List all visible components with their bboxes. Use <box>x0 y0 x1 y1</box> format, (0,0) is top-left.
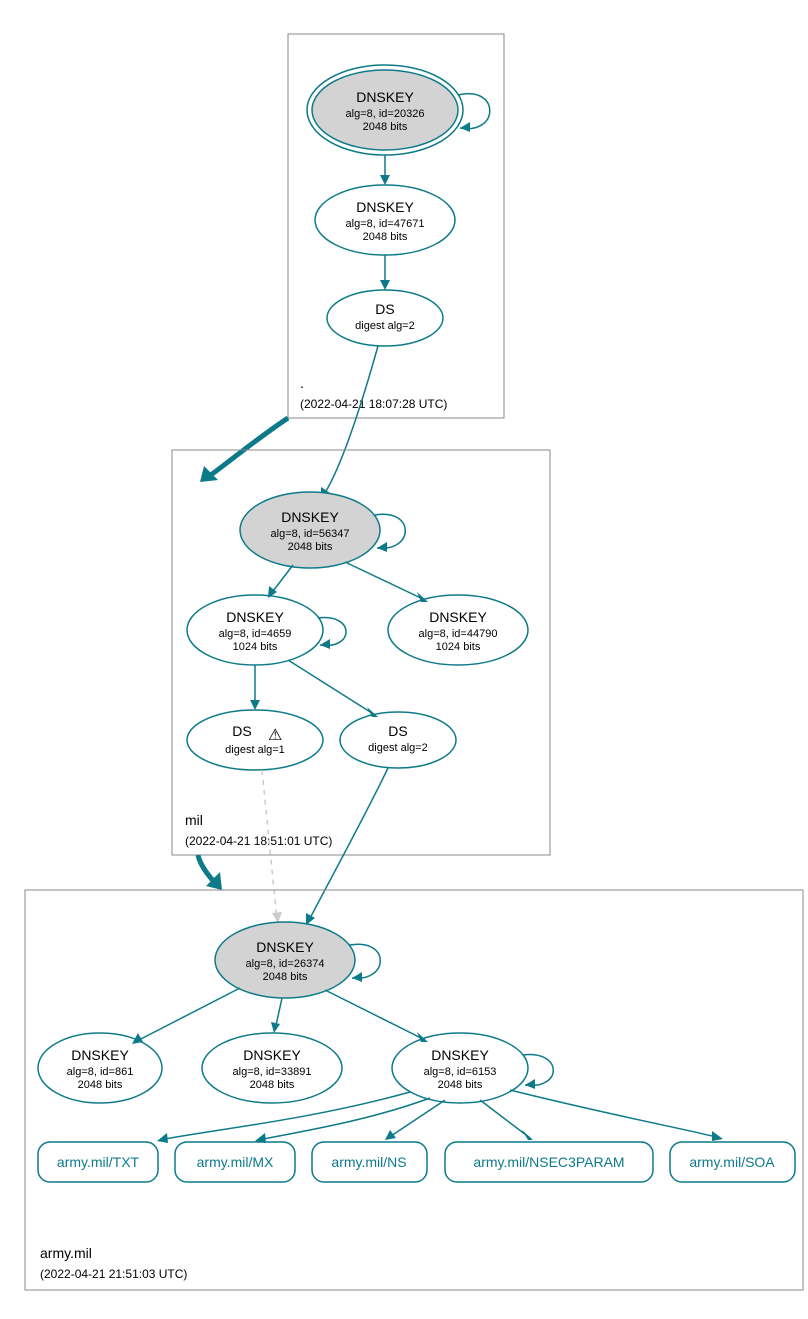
mil-zsk1-l1: alg=8, id=4659 <box>219 628 292 640</box>
arrow-rootksk-rootzsk <box>380 175 390 185</box>
arrow-k3-nsec3 <box>522 1130 533 1140</box>
edge-armyksk-k3 <box>325 990 425 1040</box>
rr-mx-label: army.mil/MX <box>197 1154 274 1170</box>
army-ksk-node: DNSKEY alg=8, id=26374 2048 bits <box>215 922 355 998</box>
edge-zsk1-ds2 <box>288 660 375 715</box>
army-k2-title: DNSKEY <box>243 1047 301 1063</box>
arrow-k3-ns <box>385 1130 396 1140</box>
rr-soa-label: army.mil/SOA <box>689 1154 775 1170</box>
rr-nsec3-label: army.mil/NSEC3PARAM <box>473 1154 624 1170</box>
army-ksk-title: DNSKEY <box>256 939 314 955</box>
mil-ds2-title: DS <box>388 723 407 739</box>
army-k2-l1: alg=8, id=33891 <box>233 1066 312 1078</box>
mil-zsk2-node: DNSKEY alg=8, id=44790 1024 bits <box>388 595 528 665</box>
rr-ns-label: army.mil/NS <box>331 1154 406 1170</box>
army-k2-l2: 2048 bits <box>250 1079 295 1091</box>
arrow-milksk-self <box>377 542 387 552</box>
mil-ds1-l1: digest alg=1 <box>225 744 285 756</box>
mil-zsk1-node: DNSKEY alg=8, id=4659 1024 bits <box>187 595 323 665</box>
army-ksk-l1: alg=8, id=26374 <box>246 958 325 970</box>
edge-k3-ns <box>388 1100 445 1138</box>
warning-icon: ⚠ <box>268 727 282 744</box>
zone-mil-label: mil <box>185 812 203 828</box>
zone-root-label: . <box>300 375 304 391</box>
mil-ksk-node: DNSKEY alg=8, id=56347 2048 bits <box>240 492 380 568</box>
arrow-armyksk-self <box>352 972 362 982</box>
army-ksk-l2: 2048 bits <box>263 971 308 983</box>
mil-ksk-title: DNSKEY <box>281 509 339 525</box>
mil-zsk2-l2: 1024 bits <box>436 641 481 653</box>
root-zsk-title: DNSKEY <box>356 199 414 215</box>
zone-root-date: (2022-04-21 18:07:28 UTC) <box>300 397 447 411</box>
edge-zone-root-mil <box>208 418 288 477</box>
army-k1-title: DNSKEY <box>71 1047 129 1063</box>
root-ksk-node: DNSKEY alg=8, id=20326 2048 bits <box>307 65 463 155</box>
mil-zsk2-title: DNSKEY <box>429 609 487 625</box>
root-ksk-l2: 2048 bits <box>363 121 408 133</box>
root-ds-title: DS <box>375 301 394 317</box>
mil-ds2-node: DS digest alg=2 <box>340 712 456 768</box>
root-ksk-title: DNSKEY <box>356 89 414 105</box>
root-ksk-l1: alg=8, id=20326 <box>346 108 425 120</box>
root-ds-node: DS digest alg=2 <box>327 290 443 346</box>
zone-mil-date: (2022-04-21 18:51:01 UTC) <box>185 834 332 848</box>
mil-ksk-l2: 2048 bits <box>288 541 333 553</box>
edge-milksk-zsk2 <box>345 562 425 600</box>
mil-ds1-title: DS <box>232 723 251 739</box>
mil-zsk2-l1: alg=8, id=44790 <box>419 628 498 640</box>
army-k3-node: DNSKEY alg=8, id=6153 2048 bits <box>392 1033 528 1103</box>
arrow-root-ksk-self <box>460 122 470 132</box>
arrow-k3-txt <box>157 1133 168 1143</box>
army-k2-node: DNSKEY alg=8, id=33891 2048 bits <box>202 1033 342 1103</box>
root-zsk-l2: 2048 bits <box>363 231 408 243</box>
zone-army-label: army.mil <box>40 1245 92 1261</box>
mil-ds2-l1: digest alg=2 <box>368 742 428 754</box>
mil-zsk1-title: DNSKEY <box>226 609 284 625</box>
root-ds-l1: digest alg=2 <box>355 320 415 332</box>
arrow-armyk3-self <box>525 1079 535 1089</box>
arrow-k3-soa <box>712 1131 723 1141</box>
army-k3-l1: alg=8, id=6153 <box>424 1066 497 1078</box>
arrow-zsk1-ds1 <box>250 700 260 710</box>
mil-ksk-l1: alg=8, id=56347 <box>271 528 350 540</box>
root-zsk-node: DNSKEY alg=8, id=47671 2048 bits <box>315 185 455 255</box>
army-k3-title: DNSKEY <box>431 1047 489 1063</box>
army-k1-node: DNSKEY alg=8, id=861 2048 bits <box>38 1033 162 1103</box>
arrow-rootzsk-rootds <box>380 280 390 290</box>
army-k3-l2: 2048 bits <box>438 1079 483 1091</box>
arrow-armyksk-k2 <box>271 1022 280 1033</box>
root-zsk-l1: alg=8, id=47671 <box>346 218 425 230</box>
edge-zone-mil-army <box>198 855 215 883</box>
mil-ds1-node: DS ⚠ digest alg=1 <box>187 710 323 770</box>
edge-armyksk-k1 <box>135 988 240 1042</box>
army-k1-l2: 2048 bits <box>78 1079 123 1091</box>
edge-k3-soa <box>510 1090 720 1138</box>
army-k1-l1: alg=8, id=861 <box>67 1066 134 1078</box>
edge-k3-nsec3 <box>480 1100 530 1138</box>
zone-army-date: (2022-04-21 21:51:03 UTC) <box>40 1267 187 1281</box>
edge-rootds-milksk <box>323 346 378 496</box>
mil-zsk1-l2: 1024 bits <box>233 641 278 653</box>
arrow-milzsk1-self <box>320 639 330 649</box>
rr-txt-label: army.mil/TXT <box>57 1154 140 1170</box>
